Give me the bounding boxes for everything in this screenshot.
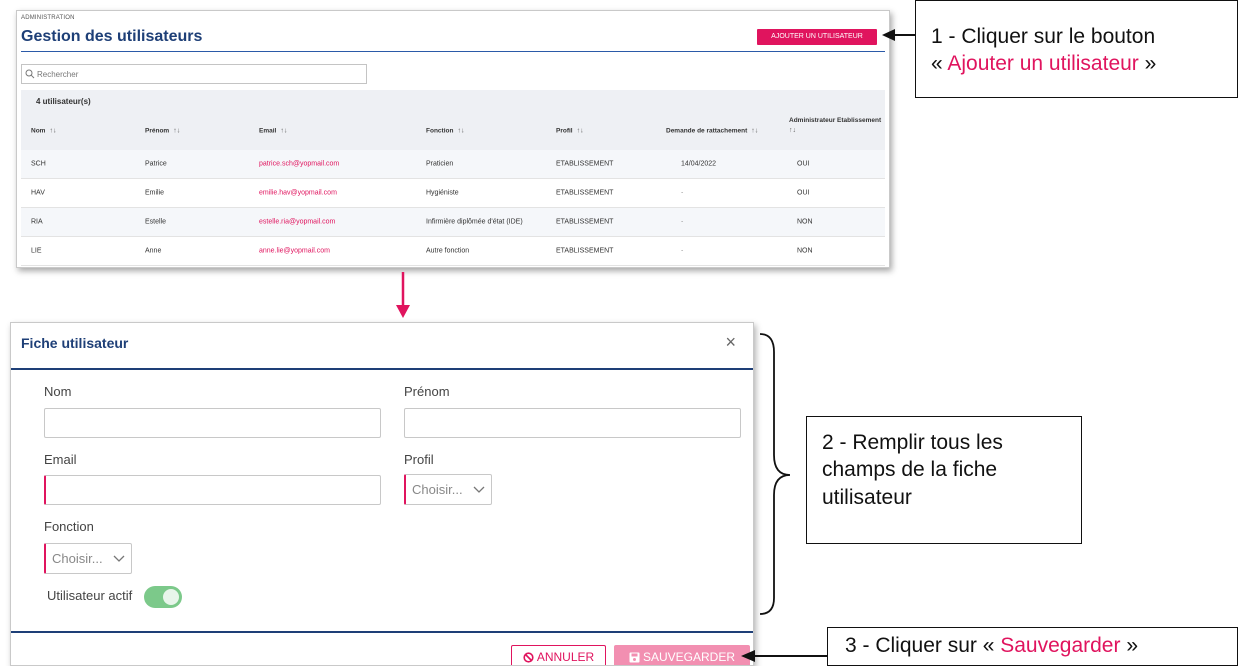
user-form-modal: Fiche utilisateur × Nom Prénom Email Pro… bbox=[10, 322, 754, 666]
sort-icon[interactable]: ↑↓ bbox=[173, 128, 180, 135]
prenom-field[interactable] bbox=[404, 408, 741, 438]
modal-footer-divider bbox=[11, 631, 753, 633]
fonction-label: Fonction bbox=[44, 519, 94, 534]
sort-icon[interactable]: ↑↓ bbox=[789, 127, 796, 134]
chevron-down-icon bbox=[473, 486, 485, 493]
save-button[interactable]: SAUVEGARDER bbox=[614, 645, 750, 665]
prenom-label: Prénom bbox=[404, 384, 450, 399]
close-icon[interactable]: × bbox=[725, 333, 736, 351]
table-body: SCH Patrice patrice.sch@yopmail.com Prat… bbox=[21, 150, 885, 266]
fonction-selected-value: Choisir... bbox=[52, 551, 103, 566]
sort-icon[interactable]: ↑↓ bbox=[577, 128, 584, 135]
callout-step-1-line2: « Ajouter un utilisateur » bbox=[931, 52, 1157, 76]
actif-toggle[interactable] bbox=[144, 586, 182, 608]
breadcrumb: ADMINISTRATION bbox=[21, 15, 75, 21]
callout-step-1: 1 - Cliquer sur le bouton « Ajouter un u… bbox=[915, 0, 1238, 98]
profil-selected-value: Choisir... bbox=[412, 482, 463, 497]
table-row[interactable]: HAV Emilie emilie.hav@yopmail.com Hygién… bbox=[21, 179, 885, 208]
callout-step-3: 3 - Cliquer sur « Sauvegarder » bbox=[827, 627, 1238, 666]
user-count: 4 utilisateur(s) bbox=[21, 90, 885, 112]
chevron-down-icon bbox=[113, 555, 125, 562]
table-row[interactable]: RIA Estelle estelle.ria@yopmail.com Infi… bbox=[21, 208, 885, 237]
sort-icon[interactable]: ↑↓ bbox=[751, 128, 758, 135]
column-header-admin[interactable]: Administrateur Etablissement ↑↓ bbox=[789, 116, 889, 136]
floppy-icon bbox=[629, 652, 640, 662]
nom-label: Nom bbox=[44, 384, 72, 399]
add-user-button[interactable]: AJOUTER UN UTILISATEUR bbox=[757, 29, 877, 45]
step2-brace bbox=[759, 333, 791, 615]
profil-select[interactable]: Choisir... bbox=[404, 474, 492, 505]
column-header-demande[interactable]: Demande de rattachement ↑↓ bbox=[666, 128, 758, 135]
search-box[interactable] bbox=[21, 64, 367, 84]
nom-field[interactable] bbox=[44, 408, 381, 438]
column-header-email[interactable]: Email ↑↓ bbox=[259, 128, 287, 135]
actif-label: Utilisateur actif bbox=[47, 588, 133, 603]
toggle-knob bbox=[163, 589, 179, 605]
column-header-prenom[interactable]: Prénom ↑↓ bbox=[145, 128, 180, 135]
page-title: Gestion des utilisateurs bbox=[21, 28, 203, 45]
email-field[interactable] bbox=[44, 475, 381, 505]
fonction-select[interactable]: Choisir... bbox=[44, 543, 132, 574]
sort-icon[interactable]: ↑↓ bbox=[280, 128, 287, 135]
search-input[interactable] bbox=[37, 69, 357, 79]
users-list-screenshot: ADMINISTRATION Gestion des utilisateurs … bbox=[16, 10, 890, 268]
modal-title: Fiche utilisateur bbox=[21, 335, 129, 351]
sort-icon[interactable]: ↑↓ bbox=[457, 128, 464, 135]
ban-icon bbox=[523, 651, 534, 663]
table-row[interactable]: LIE Anne anne.lie@yopmail.com Autre fonc… bbox=[21, 237, 885, 266]
table-row[interactable]: SCH Patrice patrice.sch@yopmail.com Prat… bbox=[21, 150, 885, 179]
down-arrow bbox=[396, 272, 410, 318]
column-header-profil[interactable]: Profil ↑↓ bbox=[556, 128, 584, 135]
cancel-button[interactable]: ANNULER bbox=[511, 645, 606, 665]
email-label: Email bbox=[44, 452, 77, 467]
profil-label: Profil bbox=[404, 452, 434, 467]
callout-step-1-line1: 1 - Cliquer sur le bouton bbox=[931, 25, 1156, 48]
callout-step-2: 2 - Remplir tous les champs de la fiche … bbox=[806, 416, 1082, 544]
search-icon bbox=[25, 69, 35, 79]
title-divider bbox=[21, 51, 885, 52]
modal-header-divider bbox=[11, 368, 753, 370]
sort-icon[interactable]: ↑↓ bbox=[49, 128, 56, 135]
column-header-nom[interactable]: Nom ↑↓ bbox=[31, 128, 56, 135]
table-header: Nom ↑↓ Prénom ↑↓ Email ↑↓ Fonction ↑↓ Profil… bbox=[21, 112, 885, 150]
users-table: 4 utilisateur(s) Nom ↑↓ Prénom ↑↓ Email ↑↓ … bbox=[21, 90, 885, 267]
column-header-fonction[interactable]: Fonction ↑↓ bbox=[426, 128, 464, 135]
